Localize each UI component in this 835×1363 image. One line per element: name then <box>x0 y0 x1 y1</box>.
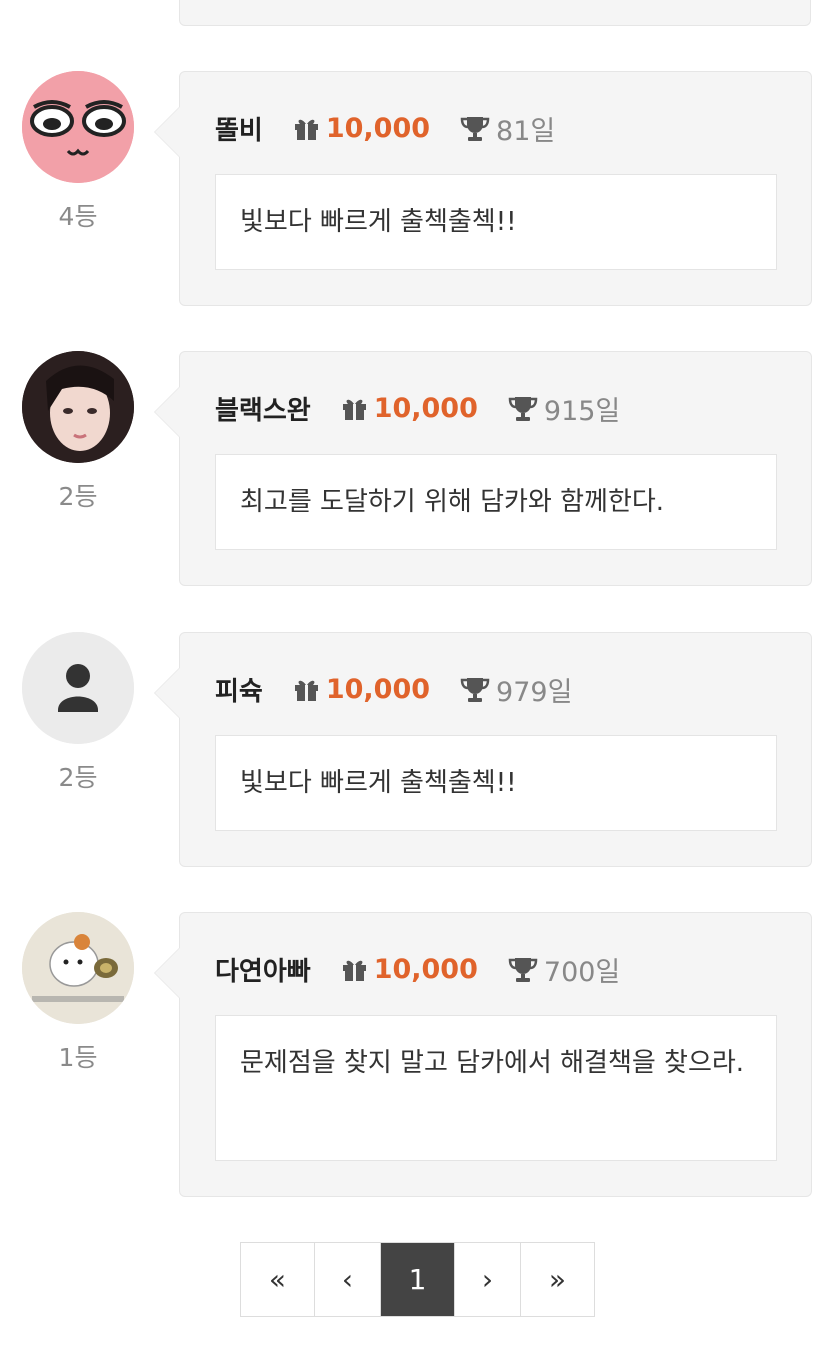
trophy-icon <box>508 396 538 421</box>
comment-card: 블랙스완 10,000 915일 최고를 도달하기 위해 담카와 함께한다. <box>154 351 812 586</box>
trophy-icon <box>460 116 490 141</box>
rank-label: 1등 <box>58 1043 98 1072</box>
attendance-entry: 2등 블랙스완 10,000 915일 최고를 도달하기 위해 담카와 함께한다… <box>0 351 835 587</box>
next-page-button[interactable]: › <box>455 1243 521 1316</box>
avatar[interactable] <box>22 912 134 1024</box>
default-user-icon <box>22 632 134 744</box>
trophy-icon <box>508 957 538 982</box>
comment-meta: 블랙스완 10,000 915일 <box>215 388 620 428</box>
comment-message: 빛보다 빠르게 출첵출첵!! <box>215 735 777 831</box>
attendance-days: 915일 <box>543 395 621 427</box>
comment-message: 문제점을 찾지 말고 담카에서 해결책을 찾으라. <box>215 1015 777 1161</box>
gift-icon <box>342 960 366 981</box>
prev-page-button[interactable]: ‹ <box>315 1243 381 1316</box>
comment-message: 최고를 도달하기 위해 담카와 함께한다. <box>215 454 777 550</box>
username[interactable]: 다연아빠 <box>215 951 311 988</box>
attendance-days: 700일 <box>543 956 621 988</box>
avatar[interactable] <box>22 71 134 183</box>
points-value: 10,000 <box>373 953 478 985</box>
comment-card: 다연아빠 10,000 700일 문제점을 찾지 말고 담카에서 해결책을 찾으… <box>154 912 812 1197</box>
attendance-days: 81일 <box>496 115 556 147</box>
rank-label: 4등 <box>58 202 98 231</box>
username[interactable]: 똘비 <box>215 110 263 147</box>
pink-cartoon-face-icon <box>22 71 134 183</box>
comment-card: 똘비 10,000 81일 빛보다 빠르게 출첵출첵!! <box>154 71 812 306</box>
last-page-button[interactable]: » <box>521 1243 594 1316</box>
points-value: 10,000 <box>373 392 478 424</box>
username[interactable]: 블랙스완 <box>215 390 311 427</box>
portrait-photo-icon <box>22 351 134 463</box>
pagination: « ‹ 1 › » <box>240 1242 595 1317</box>
gift-icon <box>294 119 318 140</box>
avatar[interactable] <box>22 632 134 744</box>
attendance-days: 979일 <box>496 676 573 708</box>
avatar[interactable] <box>22 351 134 463</box>
trophy-icon <box>460 677 490 702</box>
gift-icon <box>294 680 318 701</box>
username[interactable]: 피슉 <box>215 671 263 708</box>
page-1-button[interactable]: 1 <box>381 1243 455 1316</box>
gift-icon <box>342 399 366 420</box>
points-value: 10,000 <box>325 673 431 705</box>
rank-label: 2등 <box>58 763 98 792</box>
hamster-cartoon-icon <box>22 912 134 1024</box>
attendance-entry: 4등 똘비 10,000 81일 빛보다 빠르게 출첵출첵!! <box>0 71 835 307</box>
comment-meta: 피슉 10,000 979일 <box>215 669 572 709</box>
comment-meta: 똘비 10,000 81일 <box>215 108 555 148</box>
attendance-entry: 2등 피슉 10,000 979일 빛보다 빠르게 출첵출첵!! <box>0 632 835 868</box>
rank-label: 2등 <box>58 482 98 511</box>
attendance-entry: 1등 다연아빠 10,000 700일 문제점을 찾지 말고 담카에서 해결책을… <box>0 912 835 1197</box>
points-value: 10,000 <box>325 112 431 144</box>
comment-meta: 다연아빠 10,000 700일 <box>215 949 620 989</box>
first-page-button[interactable]: « <box>241 1243 315 1316</box>
previous-comment-card <box>179 0 811 26</box>
comment-card: 피슉 10,000 979일 빛보다 빠르게 출첵출첵!! <box>154 632 812 867</box>
comment-message: 빛보다 빠르게 출첵출첵!! <box>215 174 777 270</box>
